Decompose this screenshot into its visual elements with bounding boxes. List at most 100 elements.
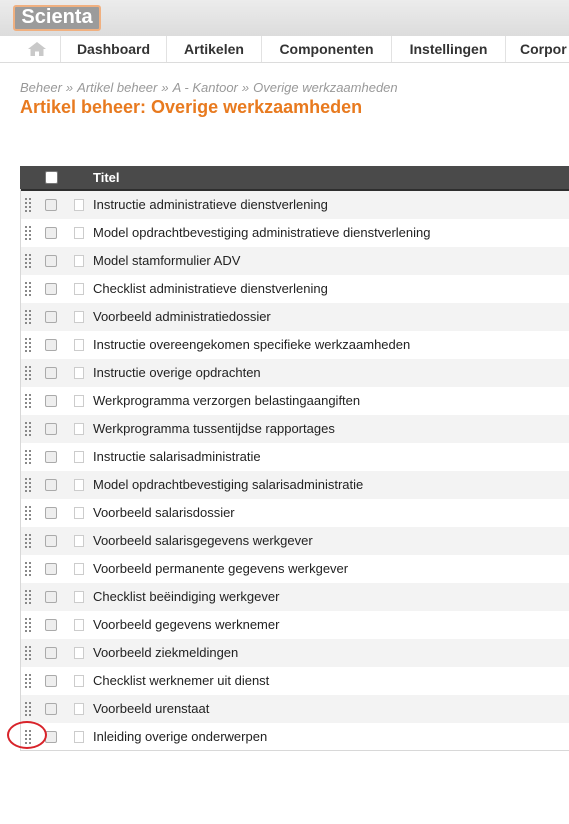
row-checkbox[interactable] (45, 703, 57, 715)
row-checkbox[interactable] (45, 591, 57, 603)
table-row[interactable]: Voorbeeld ziekmeldingen (20, 639, 569, 667)
row-checkbox[interactable] (45, 395, 57, 407)
row-title[interactable]: Instructie overige opdrachten (93, 359, 261, 387)
row-title[interactable]: Model opdrachtbevestiging salarisadminis… (93, 471, 363, 499)
table-row[interactable]: Voorbeeld permanente gegevens werkgever (20, 555, 569, 583)
table-row[interactable]: Model stamformulier ADV (20, 247, 569, 275)
row-checkbox[interactable] (45, 283, 57, 295)
scienta-logo[interactable]: Scienta (13, 5, 101, 31)
drag-handle-icon[interactable] (25, 254, 33, 268)
row-title[interactable]: Model stamformulier ADV (93, 247, 240, 275)
row-title[interactable]: Voorbeeld permanente gegevens werkgever (93, 555, 348, 583)
document-icon (74, 423, 84, 435)
row-title[interactable]: Instructie administratieve dienstverleni… (93, 191, 328, 219)
breadcrumb-item[interactable]: Artikel beheer (77, 80, 157, 95)
table-row[interactable]: Instructie administratieve dienstverleni… (20, 191, 569, 219)
table-row[interactable]: Instructie overeengekomen specifieke wer… (20, 331, 569, 359)
row-checkbox[interactable] (45, 619, 57, 631)
row-title[interactable]: Inleiding overige onderwerpen (93, 723, 267, 751)
table-border (20, 750, 569, 751)
row-title[interactable]: Voorbeeld administratiedossier (93, 303, 271, 331)
row-title[interactable]: Voorbeeld salarisgegevens werkgever (93, 527, 313, 555)
drag-handle-icon[interactable] (25, 310, 33, 324)
row-checkbox[interactable] (45, 227, 57, 239)
row-title[interactable]: Werkprogramma tussentijdse rapportages (93, 415, 335, 443)
nav-componenten[interactable]: Componenten (262, 36, 392, 62)
drag-handle-icon[interactable] (25, 366, 33, 380)
row-checkbox[interactable] (45, 339, 57, 351)
breadcrumb-item[interactable]: A - Kantoor (173, 80, 238, 95)
nav-dashboard[interactable]: Dashboard (61, 36, 167, 62)
nav-instellingen[interactable]: Instellingen (392, 36, 506, 62)
row-checkbox[interactable] (45, 563, 57, 575)
table-row[interactable]: Instructie overige opdrachten (20, 359, 569, 387)
table-row[interactable]: Werkprogramma verzorgen belastingaangift… (20, 387, 569, 415)
table-row[interactable]: Checklist beëindiging werkgever (20, 583, 569, 611)
row-title[interactable]: Checklist administratieve dienstverlenin… (93, 275, 328, 303)
nav-artikelen[interactable]: Artikelen (167, 36, 262, 62)
row-title[interactable]: Model opdrachtbevestiging administratiev… (93, 219, 430, 247)
drag-handle-icon[interactable] (25, 506, 33, 520)
row-checkbox[interactable] (45, 479, 57, 491)
row-title[interactable]: Werkprogramma verzorgen belastingaangift… (93, 387, 360, 415)
column-header-title[interactable]: Titel (93, 166, 120, 189)
drag-handle-icon[interactable] (25, 422, 33, 436)
table-row[interactable]: Checklist administratieve dienstverlenin… (20, 275, 569, 303)
drag-handle-icon[interactable] (25, 282, 33, 296)
breadcrumb-separator: » (161, 80, 169, 95)
drag-handle-icon[interactable] (25, 338, 33, 352)
row-checkbox[interactable] (45, 535, 57, 547)
row-checkbox[interactable] (45, 367, 57, 379)
row-title[interactable]: Voorbeeld salarisdossier (93, 499, 235, 527)
row-checkbox[interactable] (45, 451, 57, 463)
table-row[interactable]: Voorbeeld administratiedossier (20, 303, 569, 331)
row-title[interactable]: Instructie salarisadministratie (93, 443, 261, 471)
drag-handle-icon[interactable] (25, 590, 33, 604)
table-row[interactable]: Werkprogramma tussentijdse rapportages (20, 415, 569, 443)
row-title[interactable]: Voorbeeld urenstaat (93, 695, 209, 723)
row-title[interactable]: Instructie overeengekomen specifieke wer… (93, 331, 410, 359)
row-title[interactable]: Checklist werknemer uit dienst (93, 667, 269, 695)
nav-home[interactable] (16, 36, 61, 62)
drag-handle-icon[interactable] (25, 646, 33, 660)
document-icon (74, 563, 84, 575)
table-body: Instructie administratieve dienstverleni… (20, 191, 569, 751)
home-icon (28, 42, 46, 56)
breadcrumb-item[interactable]: Beheer (20, 80, 62, 95)
table-row[interactable]: Voorbeeld urenstaat (20, 695, 569, 723)
row-checkbox[interactable] (45, 675, 57, 687)
drag-handle-icon[interactable] (25, 702, 33, 716)
row-title[interactable]: Voorbeeld gegevens werknemer (93, 611, 279, 639)
drag-handle-icon[interactable] (25, 618, 33, 632)
table-row[interactable]: Model opdrachtbevestiging salarisadminis… (20, 471, 569, 499)
row-checkbox[interactable] (45, 311, 57, 323)
document-icon (74, 479, 84, 491)
select-all-checkbox[interactable] (45, 171, 58, 184)
nav-corpor[interactable]: Corpor (506, 36, 569, 62)
row-checkbox[interactable] (45, 423, 57, 435)
table-row[interactable]: Checklist werknemer uit dienst (20, 667, 569, 695)
row-checkbox[interactable] (45, 507, 57, 519)
table-row[interactable]: Voorbeeld gegevens werknemer (20, 611, 569, 639)
drag-handle-icon[interactable] (25, 478, 33, 492)
document-icon (74, 339, 84, 351)
drag-handle-icon[interactable] (25, 674, 33, 688)
table-row[interactable]: Inleiding overige onderwerpen (20, 723, 569, 751)
row-checkbox[interactable] (45, 647, 57, 659)
drag-handle-icon[interactable] (25, 450, 33, 464)
drag-handle-icon[interactable] (25, 534, 33, 548)
row-title[interactable]: Checklist beëindiging werkgever (93, 583, 279, 611)
table-row[interactable]: Model opdrachtbevestiging administratiev… (20, 219, 569, 247)
drag-handle-icon[interactable] (25, 562, 33, 576)
drag-handle-icon[interactable] (25, 394, 33, 408)
annotation-circle (7, 721, 47, 749)
row-checkbox[interactable] (45, 255, 57, 267)
drag-handle-icon[interactable] (25, 198, 33, 212)
table-row[interactable]: Instructie salarisadministratie (20, 443, 569, 471)
drag-handle-icon[interactable] (25, 226, 33, 240)
row-title[interactable]: Voorbeeld ziekmeldingen (93, 639, 238, 667)
row-checkbox[interactable] (45, 199, 57, 211)
breadcrumb-separator: » (241, 80, 250, 95)
table-row[interactable]: Voorbeeld salarisgegevens werkgever (20, 527, 569, 555)
table-row[interactable]: Voorbeeld salarisdossier (20, 499, 569, 527)
